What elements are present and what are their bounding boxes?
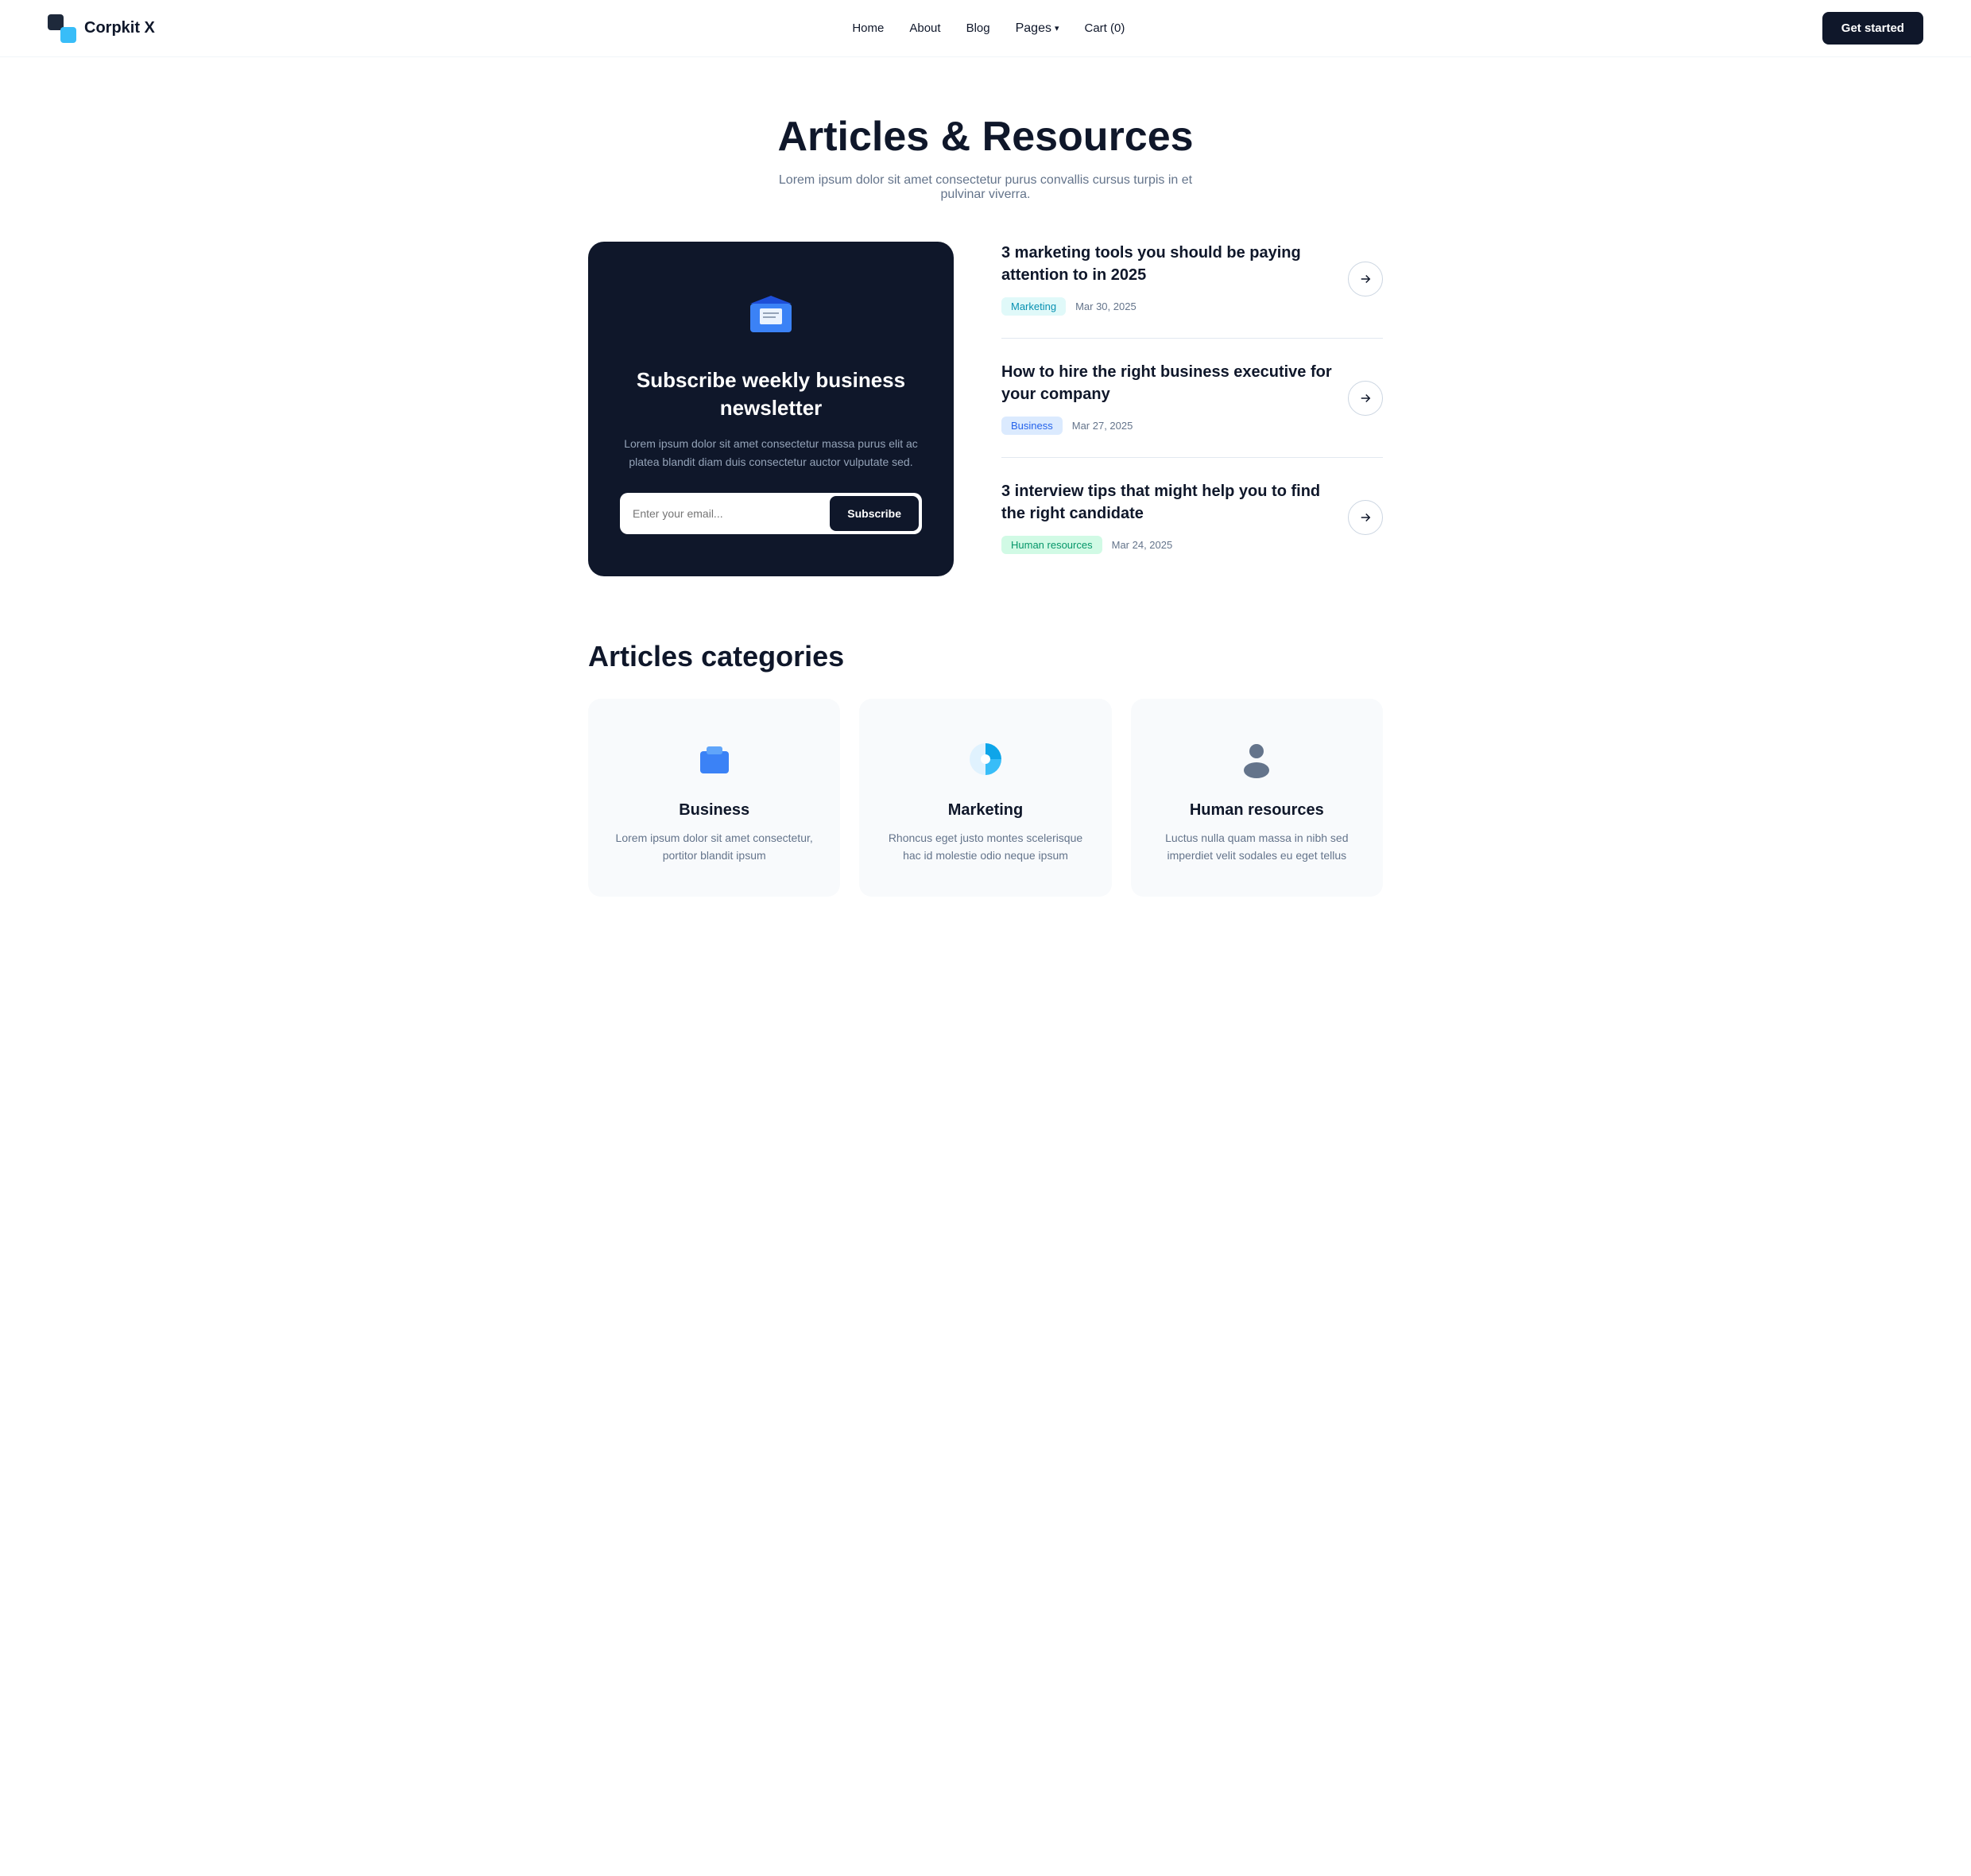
article-info: How to hire the right business executive…: [1001, 361, 1332, 435]
article-title: 3 marketing tools you should be paying a…: [1001, 242, 1332, 286]
chevron-down-icon: ▾: [1055, 23, 1059, 33]
category-card-marketing: Marketing Rhoncus eget justo montes scel…: [859, 699, 1111, 897]
hero-section: Articles & Resources Lorem ipsum dolor s…: [0, 57, 1971, 242]
arrow-right-icon: [1358, 510, 1373, 525]
article-title: 3 interview tips that might help you to …: [1001, 480, 1332, 525]
human-resources-icon: [1156, 737, 1357, 785]
navbar: Corpkit X Home About Blog Pages ▾ Cart (…: [0, 0, 1971, 57]
category-name: Marketing: [885, 801, 1086, 820]
articles-list: 3 marketing tools you should be paying a…: [1001, 242, 1383, 576]
category-name: Human resources: [1156, 801, 1357, 820]
category-card-business: Business Lorem ipsum dolor sit amet cons…: [588, 699, 840, 897]
article-date: Mar 24, 2025: [1112, 539, 1173, 551]
arrow-right-icon: [1358, 272, 1373, 286]
article-tag: Business: [1001, 417, 1063, 435]
nav-about[interactable]: About: [909, 21, 940, 35]
brand-logo[interactable]: Corpkit X: [48, 14, 155, 43]
get-started-button[interactable]: Get started: [1822, 12, 1923, 45]
article-info: 3 interview tips that might help you to …: [1001, 480, 1332, 554]
email-input[interactable]: [620, 493, 827, 534]
categories-title: Articles categories: [588, 640, 1383, 673]
hero-subtitle: Lorem ipsum dolor sit amet consectetur p…: [763, 173, 1208, 202]
nav-blog[interactable]: Blog: [966, 21, 990, 35]
nav-home[interactable]: Home: [852, 21, 884, 35]
logo-icon: [48, 14, 76, 43]
categories-grid: Business Lorem ipsum dolor sit amet cons…: [588, 699, 1383, 897]
main-content: Subscribe weekly business newsletter Lor…: [540, 242, 1431, 640]
subscribe-button[interactable]: Subscribe: [830, 496, 919, 531]
category-description: Luctus nulla quam massa in nibh sed impe…: [1156, 829, 1357, 865]
article-arrow-button[interactable]: [1348, 381, 1383, 416]
envelope-icon: [745, 289, 796, 344]
article-date: Mar 30, 2025: [1075, 300, 1137, 312]
category-card-hr: Human resources Luctus nulla quam massa …: [1131, 699, 1383, 897]
article-meta: Marketing Mar 30, 2025: [1001, 297, 1332, 316]
categories-section: Articles categories Business Lorem ipsum…: [540, 640, 1431, 944]
article-arrow-button[interactable]: [1348, 262, 1383, 297]
business-icon: [614, 737, 815, 785]
newsletter-card: Subscribe weekly business newsletter Lor…: [588, 242, 954, 576]
page-title: Articles & Resources: [48, 113, 1923, 161]
newsletter-description: Lorem ipsum dolor sit amet consectetur m…: [620, 435, 922, 471]
arrow-right-icon: [1358, 391, 1373, 405]
article-info: 3 marketing tools you should be paying a…: [1001, 242, 1332, 316]
brand-name: Corpkit X: [84, 19, 155, 37]
article-item: How to hire the right business executive…: [1001, 339, 1383, 458]
marketing-icon: [885, 737, 1086, 785]
article-arrow-button[interactable]: [1348, 500, 1383, 535]
article-meta: Human resources Mar 24, 2025: [1001, 536, 1332, 554]
nav-pages[interactable]: Pages ▾: [1016, 21, 1059, 36]
nav-links: Home About Blog Pages ▾ Cart (0): [852, 21, 1125, 36]
article-date: Mar 27, 2025: [1072, 420, 1133, 432]
article-item: 3 marketing tools you should be paying a…: [1001, 242, 1383, 339]
article-item: 3 interview tips that might help you to …: [1001, 458, 1383, 576]
article-meta: Business Mar 27, 2025: [1001, 417, 1332, 435]
category-description: Rhoncus eget justo montes scelerisque ha…: [885, 829, 1086, 865]
email-form: Subscribe: [620, 493, 922, 534]
article-title: How to hire the right business executive…: [1001, 361, 1332, 405]
newsletter-title: Subscribe weekly business newsletter: [620, 366, 922, 422]
category-name: Business: [614, 801, 815, 820]
nav-cart[interactable]: Cart (0): [1085, 21, 1125, 35]
article-tag: Human resources: [1001, 536, 1102, 554]
category-description: Lorem ipsum dolor sit amet consectetur, …: [614, 829, 815, 865]
article-tag: Marketing: [1001, 297, 1066, 316]
